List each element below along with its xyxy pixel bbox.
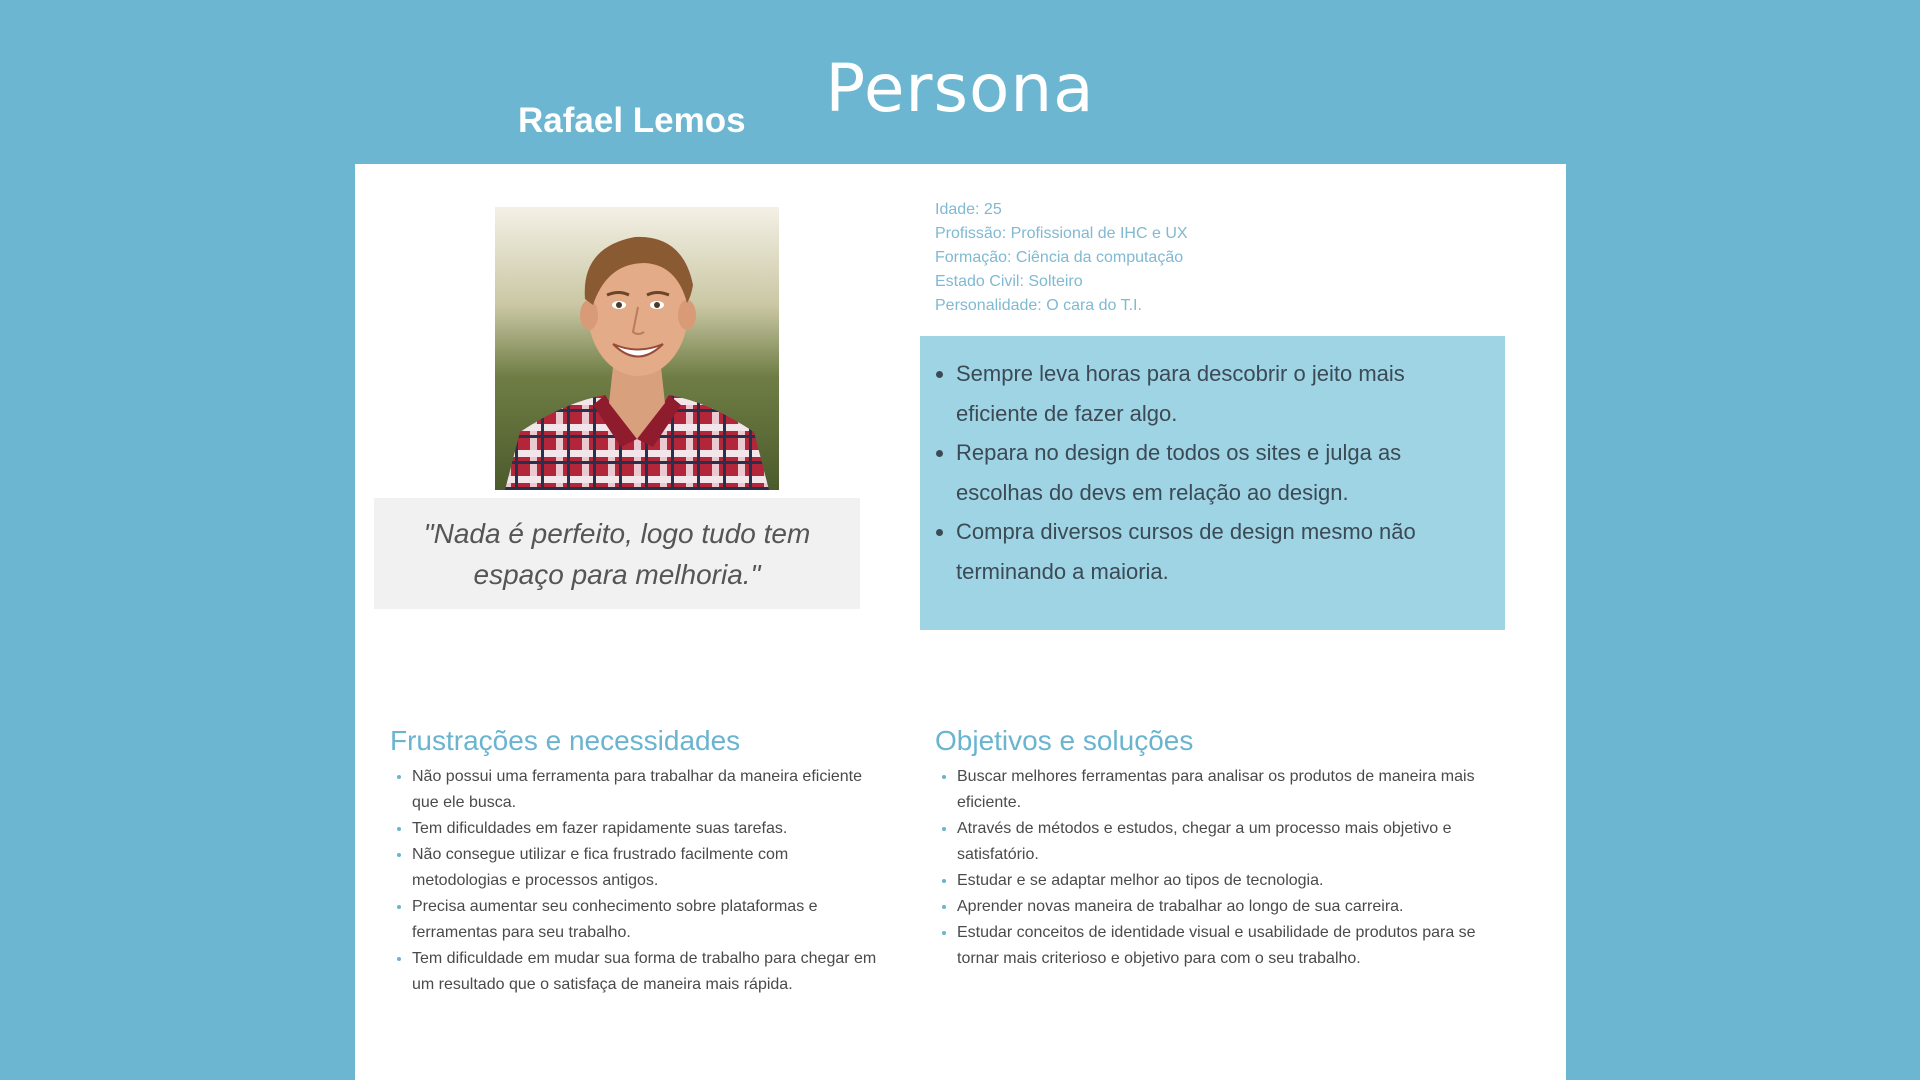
- list-item: Aprender novas maneira de trabalhar ao l…: [957, 894, 1517, 920]
- list-item: Através de métodos e estudos, chegar a u…: [957, 816, 1517, 868]
- quote-box: "Nada é perfeito, logo tudo tem espaço p…: [374, 498, 860, 609]
- list-item: Não consegue utilizar e fica frustrado f…: [412, 842, 882, 894]
- info-education: Formação: Ciência da computação: [935, 249, 1184, 266]
- page-title: Persona: [825, 50, 1095, 127]
- persona-card: "Nada é perfeito, logo tudo tem espaço p…: [355, 164, 1566, 1080]
- list-item: Não possui uma ferramenta para trabalhar…: [412, 764, 882, 816]
- list-item: Buscar melhores ferramentas para analisa…: [957, 764, 1517, 816]
- traits-box: Sempre leva horas para descobrir o jeito…: [920, 336, 1505, 630]
- goals-list: Buscar melhores ferramentas para analisa…: [935, 764, 1517, 972]
- goals-title: Objetivos e soluções: [935, 725, 1194, 756]
- persona-info: Idade: 25 Profissão: Profissional de IHC…: [935, 198, 1188, 318]
- info-marital-status: Estado Civil: Solteiro: [935, 273, 1083, 290]
- info-profession: Profissão: Profissional de IHC e UX: [935, 225, 1188, 242]
- list-item: Estudar conceitos de identidade visual e…: [957, 920, 1517, 972]
- frustrations-title: Frustrações e necessidades: [390, 725, 741, 756]
- list-item: Precisa aumentar seu conhecimento sobre …: [412, 894, 882, 946]
- person-photo: [495, 207, 779, 490]
- persona-quote: "Nada é perfeito, logo tudo tem espaço p…: [423, 517, 811, 590]
- list-item: Tem dificuldades em fazer rapidamente su…: [412, 816, 882, 842]
- list-item: Estudar e se adaptar melhor ao tipos de …: [957, 868, 1517, 894]
- frustrations-list: Não possui uma ferramenta para trabalhar…: [390, 764, 882, 998]
- traits-list: Sempre leva horas para descobrir o jeito…: [934, 354, 1465, 591]
- list-item: Sempre leva horas para descobrir o jeito…: [956, 354, 1465, 433]
- list-item: Compra diversos cursos de design mesmo n…: [956, 512, 1465, 591]
- list-item: Tem dificuldade em mudar sua forma de tr…: [412, 946, 882, 998]
- list-item: Repara no design de todos os sites e jul…: [956, 433, 1465, 512]
- info-age: Idade: 25: [935, 201, 1002, 218]
- persona-name: Rafael Lemos: [518, 101, 746, 140]
- info-personality: Personalidade: O cara do T.I.: [935, 297, 1142, 314]
